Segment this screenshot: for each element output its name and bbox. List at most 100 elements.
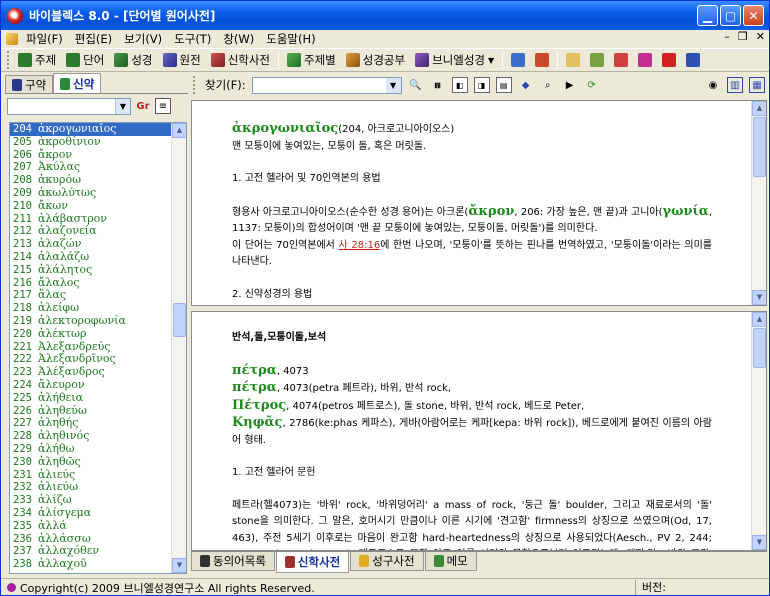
entry-scrollbar[interactable]: ▲ ▼ [751, 101, 766, 305]
scroll-down-icon[interactable]: ▼ [752, 535, 766, 550]
copy-tool-button[interactable] [561, 50, 585, 70]
bookmark-tool-button[interactable] [506, 50, 530, 70]
list-item[interactable]: 224 ἄλευρον [10, 378, 186, 392]
list-item[interactable]: 225 ἀλήθεια [10, 391, 186, 405]
eye-icon[interactable]: ◉ [705, 77, 721, 93]
list-item[interactable]: 210 ἄκων [10, 199, 186, 213]
play-icon[interactable]: ▶ [562, 77, 578, 93]
note-tool-button[interactable] [585, 50, 609, 70]
list-item[interactable]: 216 ἄλαλος [10, 276, 186, 290]
list-item[interactable]: 223 Ἀλέξανδρος [10, 365, 186, 379]
list-item[interactable]: 215 ἀλάλητος [10, 263, 186, 277]
info-tool-button[interactable] [681, 50, 705, 70]
menu-tools[interactable]: 도구(T) [168, 30, 217, 48]
list-item[interactable]: 217 ἅλας [10, 289, 186, 302]
theology-dictionary-button[interactable]: 신학사전 [206, 50, 275, 70]
topic-button[interactable]: 주제 [13, 50, 61, 70]
chevron-down-icon[interactable]: ▼ [488, 56, 494, 65]
scroll-up-icon[interactable]: ▲ [752, 312, 766, 327]
menu-help[interactable]: 도움말(H) [260, 30, 321, 48]
list-item[interactable]: 220 ἀλέκτωρ [10, 327, 186, 341]
list-item[interactable]: 226 ἀληθεύω [10, 404, 186, 418]
exit-tool-button[interactable] [530, 50, 554, 70]
tab-old-testament[interactable]: 구약 [5, 75, 54, 93]
scroll-up-icon[interactable]: ▲ [172, 123, 186, 138]
list-item[interactable]: 235 ἀλλά [10, 519, 186, 533]
list-item[interactable]: 237 ἀλλαχόθεν [10, 544, 186, 558]
list-item[interactable]: 232 ἁλιεύω [10, 481, 186, 494]
word-list-scrollbar[interactable]: ▲ ▼ [171, 123, 186, 573]
help-tool-button[interactable] [657, 50, 681, 70]
list-item[interactable]: 205 ἀκροθίνιον [10, 135, 186, 149]
print-tool-button[interactable] [609, 50, 633, 70]
scrollbar-thumb[interactable] [173, 303, 186, 337]
greek-word-list[interactable]: 204 ἀκρογωνιαῖος 205 ἀκροθίνιον 206 ἄκρον 207 Ἀ… [9, 122, 187, 574]
list-item[interactable]: 209 ἀκωλύτως [10, 186, 186, 200]
find-icon[interactable]: 🔍 [408, 77, 424, 93]
list-item[interactable]: 214 ἀλαλάζω [10, 250, 186, 264]
page-next-icon[interactable]: ◨ [473, 77, 490, 93]
list-item[interactable]: 230 ἀληθῶς [10, 455, 186, 469]
tab-theology-dictionary[interactable]: 신학사전 [275, 552, 350, 573]
close-button[interactable]: ✕ [743, 5, 764, 26]
bible-button[interactable]: 성경 [109, 50, 157, 70]
mdi-minimize-icon[interactable]: – [724, 30, 730, 43]
page-tool-button[interactable] [633, 50, 657, 70]
menu-file[interactable]: 파일(F) [20, 30, 69, 48]
list-item[interactable]: 219 ἀλεκτοροφωνία [10, 314, 186, 328]
menu-window[interactable]: 창(W) [217, 30, 260, 48]
tab-synonyms[interactable]: 동의어목록 [191, 552, 275, 571]
list-item[interactable]: 211 ἀλάβαστρον [10, 212, 186, 226]
highlight-icon[interactable]: ◆ [518, 77, 534, 93]
title-bar[interactable]: ◉ 바이블렉스 8.0 - [단어별 원어사전] ▁ ▢ ✕ [1, 1, 769, 30]
bible-study-button[interactable]: 성경공부 [341, 50, 410, 70]
maximize-button[interactable]: ▢ [720, 5, 741, 26]
list-item[interactable]: 227 ἀληθής [10, 417, 186, 430]
minimize-button[interactable]: ▁ [697, 5, 718, 26]
word-search-combo[interactable]: ▼ [7, 97, 131, 115]
list-item[interactable]: 208 ἀκυρόω [10, 173, 186, 187]
list-item[interactable]: 238 ἀλλαχοῦ [10, 557, 186, 571]
peniel-bible-button[interactable]: 브니엘성경 ▼ [410, 50, 499, 70]
list-item[interactable]: 234 ἀλίσγεμα [10, 506, 186, 520]
layout-icon[interactable]: ▥ [727, 77, 743, 93]
original-text-button[interactable]: 원전 [158, 50, 206, 70]
app-icon[interactable]: ◉ [7, 7, 23, 24]
tab-new-testament[interactable]: 신약 [53, 73, 102, 93]
list-item[interactable]: 233 ἁλίζω [10, 493, 186, 507]
list-item[interactable]: 228 ἀληθινός [10, 429, 186, 443]
tab-memo[interactable]: 메모 [424, 552, 477, 571]
by-topic-button[interactable]: 주제별 [282, 50, 341, 70]
toolbar-grip[interactable] [7, 51, 10, 69]
list-item[interactable]: 212 ἀλαζονεία [10, 225, 186, 238]
list-item[interactable]: 204 ἀκρογωνιαῖος [10, 123, 186, 136]
scrollbar-thumb[interactable] [753, 117, 766, 177]
list-item[interactable]: 231 ἁλιεύς [10, 468, 186, 482]
mdi-restore-icon[interactable]: ❐ [738, 30, 748, 43]
chart-icon[interactable]: ⩎ [430, 77, 446, 93]
list-item[interactable]: 206 ἄκρον [10, 148, 186, 162]
dictionary-scrollbar[interactable]: ▲ ▼ [751, 312, 766, 550]
sort-icon[interactable]: Gr [135, 98, 151, 114]
scroll-down-icon[interactable]: ▼ [752, 290, 766, 305]
menu-edit[interactable]: 편집(E) [69, 30, 118, 48]
list-item[interactable]: 207 Ἀκύλας [10, 161, 186, 174]
zoom-icon[interactable]: ⌕ [540, 77, 556, 93]
scrollbar-thumb[interactable] [753, 328, 766, 368]
list-item[interactable]: 229 ἀλήθω [10, 442, 186, 456]
list-view-icon[interactable]: ≡ [155, 98, 171, 114]
bookmark-page-icon[interactable]: ▤ [495, 77, 512, 93]
mdi-close-icon[interactable]: ✕ [756, 30, 765, 43]
page-prev-icon[interactable]: ◧ [451, 77, 468, 93]
chevron-down-icon[interactable]: ▼ [385, 77, 401, 93]
word-button[interactable]: 단어 [61, 50, 109, 70]
refresh-icon[interactable]: ⟳ [584, 77, 600, 93]
chevron-down-icon[interactable]: ▼ [115, 98, 130, 114]
tab-concordance[interactable]: 성구사전 [350, 552, 424, 571]
menu-view[interactable]: 보기(V) [118, 30, 168, 48]
find-combo[interactable]: ▼ [251, 76, 402, 94]
layout-split-icon[interactable]: ▦ [749, 77, 765, 93]
scroll-up-icon[interactable]: ▲ [752, 101, 766, 116]
scroll-down-icon[interactable]: ▼ [172, 558, 186, 573]
list-item[interactable]: 213 ἀλαζών [10, 237, 186, 251]
